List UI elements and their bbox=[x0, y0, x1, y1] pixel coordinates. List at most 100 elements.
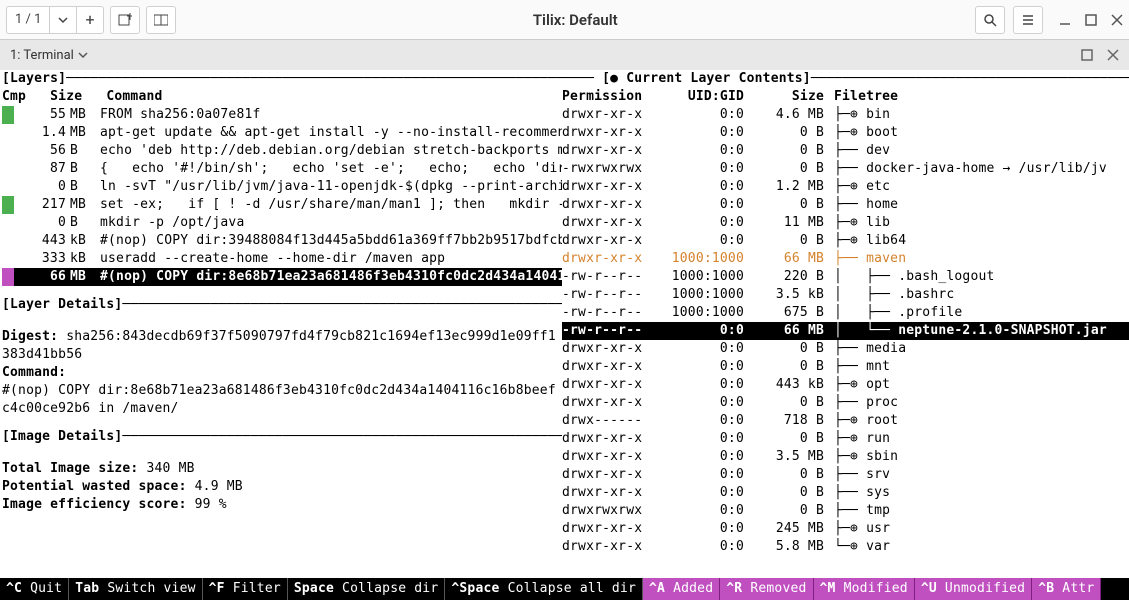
filetree-row[interactable]: drwxr-xr-x0:03.5 MB├─⊕ sbin bbox=[562, 448, 1129, 466]
file-permission: drwxr-xr-x bbox=[562, 538, 654, 556]
hamburger-icon bbox=[1021, 13, 1035, 27]
chevron-down-icon bbox=[78, 50, 88, 60]
file-permission: drwxr-xr-x bbox=[562, 214, 654, 232]
file-permission: drwxr-xr-x bbox=[562, 394, 654, 412]
layout-button[interactable] bbox=[146, 6, 176, 34]
layer-command: { echo '#!/bin/sh'; echo 'set -e'; echo;… bbox=[94, 160, 562, 178]
minimize-button[interactable] bbox=[1059, 14, 1071, 26]
tab-maximize-button[interactable] bbox=[1081, 49, 1093, 61]
file-uidgid: 0:0 bbox=[654, 502, 744, 520]
file-permission: drwxr-xr-x bbox=[562, 340, 654, 358]
filetree-row[interactable]: -rw-r--r--1000:10003.5 kB│ ├── .bashrc bbox=[562, 286, 1129, 304]
filetree-row[interactable]: drwxr-xr-x0:04.6 MB├─⊕ bin bbox=[562, 106, 1129, 124]
hamburger-button[interactable] bbox=[1013, 6, 1043, 34]
pager-dropdown[interactable] bbox=[50, 7, 77, 33]
filetree-row[interactable]: drwxr-xr-x0:011 MB├─⊕ lib bbox=[562, 214, 1129, 232]
file-name: │ └── neptune-2.1.0-SNAPSHOT.jar bbox=[824, 322, 1129, 340]
filetree-row[interactable]: -rw-r--r--1000:1000675 B│ ├── .profile bbox=[562, 304, 1129, 322]
filetree-row[interactable]: drwxr-xr-x0:00 B├── srv bbox=[562, 466, 1129, 484]
tab-bar: 1: Terminal bbox=[0, 40, 1129, 70]
layer-row[interactable]: 87B{ echo '#!/bin/sh'; echo 'set -e'; ec… bbox=[2, 160, 562, 178]
file-uidgid: 0:0 bbox=[654, 376, 744, 394]
file-name: ├─⊕ etc bbox=[824, 178, 1129, 196]
layer-row[interactable]: 217MBset -ex; if [ ! -d /usr/share/man/m… bbox=[2, 196, 562, 214]
filetree-row[interactable]: drwxr-xr-x0:00 B├── sys bbox=[562, 484, 1129, 502]
pager-add[interactable]: + bbox=[77, 7, 102, 33]
layer-details-title: [Layer Details]─────────────────────────… bbox=[2, 296, 562, 314]
layer-command: echo 'deb http://deb.debian.org/debian s… bbox=[94, 142, 562, 160]
file-permission: drwxr-xr-x bbox=[562, 178, 654, 196]
file-uidgid: 0:0 bbox=[654, 322, 744, 340]
layer-row[interactable]: 443kB#(nop) COPY dir:39488084f13d445a5bd… bbox=[2, 232, 562, 250]
filetree-row[interactable]: drwxr-xr-x0:00 B├── home bbox=[562, 196, 1129, 214]
file-name: │ ├── .profile bbox=[824, 304, 1129, 322]
tab-terminal[interactable]: 1: Terminal bbox=[10, 48, 88, 63]
maximize-button[interactable] bbox=[1085, 14, 1097, 26]
file-uidgid: 0:0 bbox=[654, 178, 744, 196]
new-terminal-button[interactable] bbox=[110, 6, 140, 34]
filetree-row[interactable]: drwxr-xr-x0:0443 kB├─⊕ opt bbox=[562, 376, 1129, 394]
filetree-row[interactable]: drwx------0:0718 B├─⊕ root bbox=[562, 412, 1129, 430]
file-uidgid: 1000:1000 bbox=[654, 268, 744, 286]
layer-size: 66 bbox=[14, 268, 66, 286]
layer-row[interactable]: 1.4MBapt-get update && apt-get install -… bbox=[2, 124, 562, 142]
layer-row[interactable]: 0Bln -svT "/usr/lib/jvm/java-11-openjdk-… bbox=[2, 178, 562, 196]
filetree-row[interactable]: drwxr-xr-x0:00 B├─⊕ boot bbox=[562, 124, 1129, 142]
file-size: 0 B bbox=[744, 232, 824, 250]
search-button[interactable] bbox=[975, 6, 1005, 34]
file-permission: -rw-r--r-- bbox=[562, 286, 654, 304]
filetree-list: drwxr-xr-x0:04.6 MB├─⊕ bindrwxr-xr-x0:00… bbox=[562, 106, 1129, 556]
layer-unit: MB bbox=[66, 268, 94, 286]
file-size: 3.5 MB bbox=[744, 448, 824, 466]
session-pager: 1 / 1 + bbox=[6, 6, 104, 34]
filetree-row[interactable]: -rwxrwxrwx0:00 B├── docker-java-home → /… bbox=[562, 160, 1129, 178]
layer-row[interactable]: 55MBFROM sha256:0a07e81f bbox=[2, 106, 562, 124]
filetree-row[interactable]: drwxr-xr-x0:00 B├── proc bbox=[562, 394, 1129, 412]
close-button[interactable] bbox=[1111, 14, 1123, 26]
filetree-row[interactable]: drwxr-xr-x0:00 B├─⊕ lib64 bbox=[562, 232, 1129, 250]
wasted-space: Potential wasted space: 4.9 MB bbox=[2, 478, 562, 496]
file-uidgid: 0:0 bbox=[654, 124, 744, 142]
file-name: ├── proc bbox=[824, 394, 1129, 412]
file-permission: drwxr-xr-x bbox=[562, 196, 654, 214]
file-size: 0 B bbox=[744, 502, 824, 520]
filetree-row[interactable]: -rw-r--r--1000:1000220 B│ ├── .bash_logo… bbox=[562, 268, 1129, 286]
filetree-row[interactable]: drwxr-xr-x0:00 B├── media bbox=[562, 340, 1129, 358]
file-permission: drwx------ bbox=[562, 412, 654, 430]
file-permission: drwxr-xr-x bbox=[562, 448, 654, 466]
layer-row[interactable]: 66MB#(nop) COPY dir:8e68b71ea23a681486f3… bbox=[2, 268, 562, 286]
total-image-size: Total Image size: 340 MB bbox=[2, 460, 562, 478]
filetree-row[interactable]: drwxrwxrwx0:00 B├── tmp bbox=[562, 502, 1129, 520]
help-key: ^Space Collapse all dir bbox=[445, 578, 643, 600]
filetree-row[interactable]: drwxr-xr-x1000:100066 MB├── maven bbox=[562, 250, 1129, 268]
minimize-icon bbox=[1059, 14, 1071, 26]
filetree-row[interactable]: drwxr-xr-x0:05.8 MB└─⊕ var bbox=[562, 538, 1129, 556]
tab-label: 1: Terminal bbox=[10, 48, 74, 63]
file-name: ├── dev bbox=[824, 142, 1129, 160]
filetree-row[interactable]: -rw-r--r--0:066 MB│ └── neptune-2.1.0-SN… bbox=[562, 322, 1129, 340]
help-key: ^C Quit bbox=[0, 578, 69, 600]
help-key: ^F Filter bbox=[203, 578, 288, 600]
pager-label: 1 / 1 bbox=[7, 7, 50, 33]
tab-close-button[interactable] bbox=[1107, 49, 1119, 61]
filetree-row[interactable]: drwxr-xr-x0:01.2 MB├─⊕ etc bbox=[562, 178, 1129, 196]
file-size: 0 B bbox=[744, 196, 824, 214]
layer-row[interactable]: 0Bmkdir -p /opt/java bbox=[2, 214, 562, 232]
file-size: 4.6 MB bbox=[744, 106, 824, 124]
layer-row[interactable]: 333kBuseradd --create-home --home-dir /m… bbox=[2, 250, 562, 268]
file-name: ├── srv bbox=[824, 466, 1129, 484]
layer-unit: kB bbox=[66, 232, 94, 250]
file-name: ├── maven bbox=[824, 250, 1129, 268]
file-size: 66 MB bbox=[744, 250, 824, 268]
file-size: 0 B bbox=[744, 358, 824, 376]
window-title: Tilix: Default bbox=[182, 11, 969, 29]
filetree-row[interactable]: drwxr-xr-x0:00 B├── dev bbox=[562, 142, 1129, 160]
filetree-columns: Permission UID:GID Size Filetree bbox=[562, 88, 1129, 106]
file-uidgid: 0:0 bbox=[654, 106, 744, 124]
layer-row[interactable]: 56Becho 'deb http://deb.debian.org/debia… bbox=[2, 142, 562, 160]
filetree-row[interactable]: drwxr-xr-x0:00 B├── mnt bbox=[562, 358, 1129, 376]
filetree-row[interactable]: drwxr-xr-x0:00 B├─⊕ run bbox=[562, 430, 1129, 448]
file-uidgid: 0:0 bbox=[654, 340, 744, 358]
filetree-row[interactable]: drwxr-xr-x0:0245 MB├─⊕ usr bbox=[562, 520, 1129, 538]
terminal-area[interactable]: [Layers]────────────────────────────────… bbox=[0, 70, 1129, 600]
